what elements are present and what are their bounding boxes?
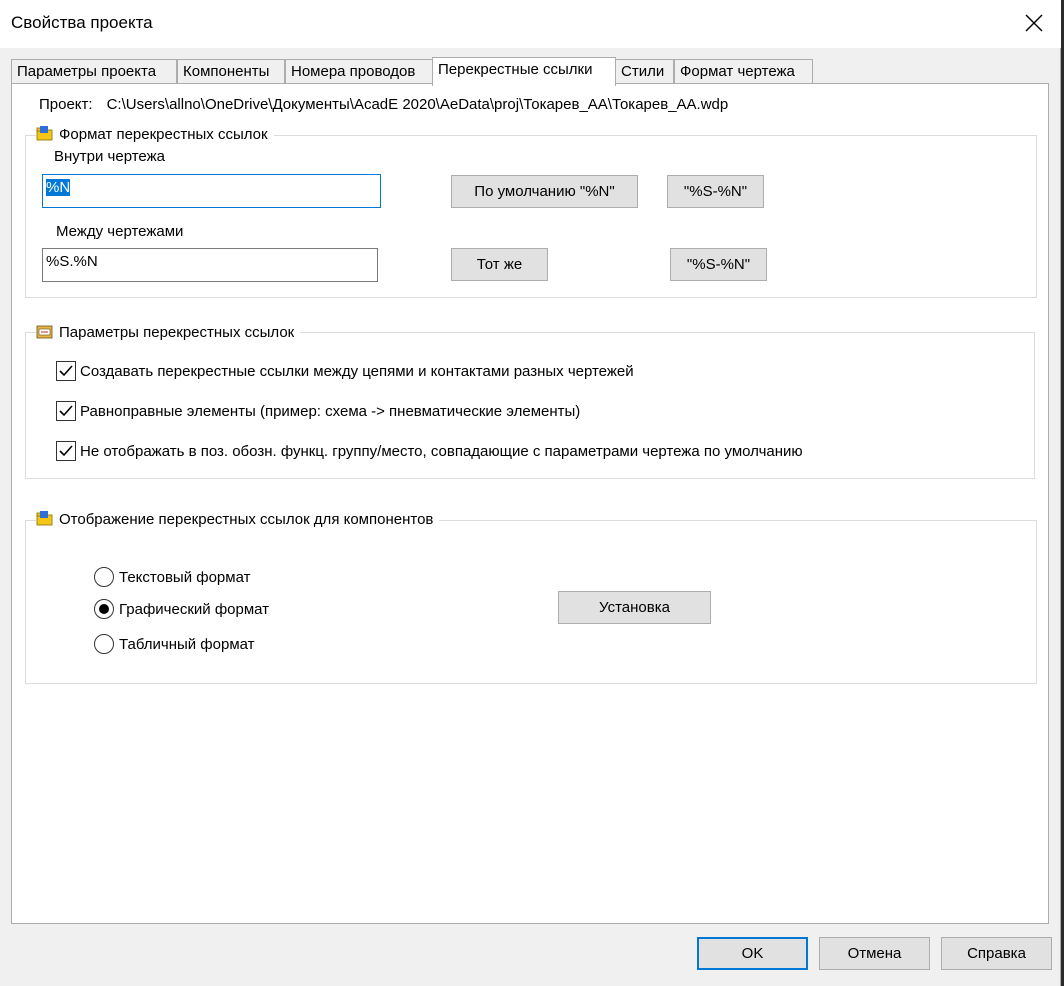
tab-label: Формат чертежа (680, 63, 795, 80)
project-path: C:\Users\allno\OneDrive\Документы\AcadE … (106, 96, 729, 113)
tab-styles[interactable]: Стили (615, 59, 674, 84)
radio-graphic-format[interactable] (94, 599, 114, 619)
between-drawings-value: %S.%N (46, 253, 98, 270)
tab-project-params[interactable]: Параметры проекта (11, 59, 177, 84)
radio-text-format[interactable] (94, 567, 114, 587)
within-drawing-input[interactable]: %N (42, 174, 381, 208)
radio-selected-dot (99, 604, 109, 614)
button-label: Справка (967, 945, 1026, 962)
folder-settings-icon (36, 325, 53, 339)
display-group-title: Отображение перекрестных ссылок для комп… (59, 511, 434, 528)
checkbox-peer-elements[interactable] (56, 401, 76, 421)
checkmark-icon (59, 405, 73, 417)
close-icon (1025, 14, 1043, 32)
checkbox-row-hide-default[interactable]: Не отображать в поз. обозн. функц. групп… (56, 441, 803, 461)
tab-panel-cross-references: Проект: C:\Users\allno\OneDrive\Документы… (11, 83, 1049, 924)
title-bar: Свойства проекта (0, 0, 1061, 48)
radio-table-format[interactable] (94, 634, 114, 654)
tab-label: Параметры проекта (17, 63, 157, 80)
radio-row-graphic-format[interactable]: Графический формат (94, 599, 269, 619)
setup-button[interactable]: Установка (558, 591, 711, 624)
within-drawing-value: %N (46, 179, 71, 196)
button-label: "%S-%N" (683, 183, 748, 200)
project-properties-dialog: Свойства проекта Параметры проекта Компо… (0, 0, 1061, 986)
between-drawings-label: Между чертежами (56, 223, 184, 240)
radio-row-text-format[interactable]: Текстовый формат (94, 567, 250, 587)
radio-label: Графический формат (119, 600, 270, 618)
button-label: OK (741, 945, 764, 962)
radio-label: Текстовый формат (119, 568, 251, 586)
help-button[interactable]: Справка (941, 937, 1052, 970)
folder-icon (36, 126, 53, 141)
folder-icon (36, 511, 53, 526)
checkbox-label: Создавать перекрестные ссылки между цепя… (80, 362, 634, 380)
project-label: Проект: (39, 96, 93, 113)
radio-row-table-format[interactable]: Табличный формат (94, 634, 255, 654)
checkbox-row-cross-chains[interactable]: Создавать перекрестные ссылки между цепя… (56, 361, 634, 381)
checkbox-label: Равноправные элементы (пример: схема -> … (80, 402, 581, 420)
button-label: Установка (599, 599, 670, 616)
ok-button[interactable]: OK (697, 937, 808, 970)
between-sn-button[interactable]: "%S-%N" (670, 248, 767, 281)
button-label: Тот же (476, 256, 523, 273)
display-group-header: Отображение перекрестных ссылок для комп… (36, 510, 440, 528)
within-default-button[interactable]: По умолчанию "%N" (451, 175, 638, 208)
within-sn-button[interactable]: "%S-%N" (667, 175, 764, 208)
button-label: По умолчанию "%N" (474, 183, 615, 200)
format-group-header: Формат перекрестных ссылок (36, 125, 274, 143)
checkbox-row-peer-elements[interactable]: Равноправные элементы (пример: схема -> … (56, 401, 580, 421)
params-group-title: Параметры перекрестных ссылок (59, 324, 295, 341)
radio-label: Табличный формат (119, 635, 255, 653)
cancel-button[interactable]: Отмена (819, 937, 930, 970)
window-title: Свойства проекта (11, 13, 153, 32)
same-button[interactable]: Тот же (451, 248, 548, 281)
tab-label: Перекрестные ссылки (438, 61, 593, 78)
button-label: "%S-%N" (686, 256, 751, 273)
checkbox-label: Не отображать в поз. обозн. функц. групп… (80, 442, 803, 460)
close-button[interactable] (1023, 12, 1045, 34)
project-path-line: Проект: C:\Users\allno\OneDrive\Документы… (39, 96, 728, 113)
tab-wire-numbers[interactable]: Номера проводов (285, 59, 433, 84)
tab-label: Номера проводов (291, 63, 416, 80)
button-label: Отмена (847, 945, 902, 962)
tab-drawing-format[interactable]: Формат чертежа (674, 59, 813, 84)
checkmark-icon (59, 445, 73, 457)
checkbox-hide-default[interactable] (56, 441, 76, 461)
format-group-title: Формат перекрестных ссылок (59, 126, 268, 143)
checkmark-icon (59, 365, 73, 377)
between-drawings-input[interactable]: %S.%N (42, 248, 378, 282)
params-group-header: Параметры перекрестных ссылок (36, 323, 301, 341)
tab-label: Компоненты (183, 63, 270, 80)
within-drawing-label: Внутри чертежа (54, 148, 165, 165)
tab-label: Стили (621, 63, 665, 80)
tab-cross-references[interactable]: Перекрестные ссылки (432, 57, 616, 86)
tab-components[interactable]: Компоненты (177, 59, 285, 84)
checkbox-cross-chains[interactable] (56, 361, 76, 381)
